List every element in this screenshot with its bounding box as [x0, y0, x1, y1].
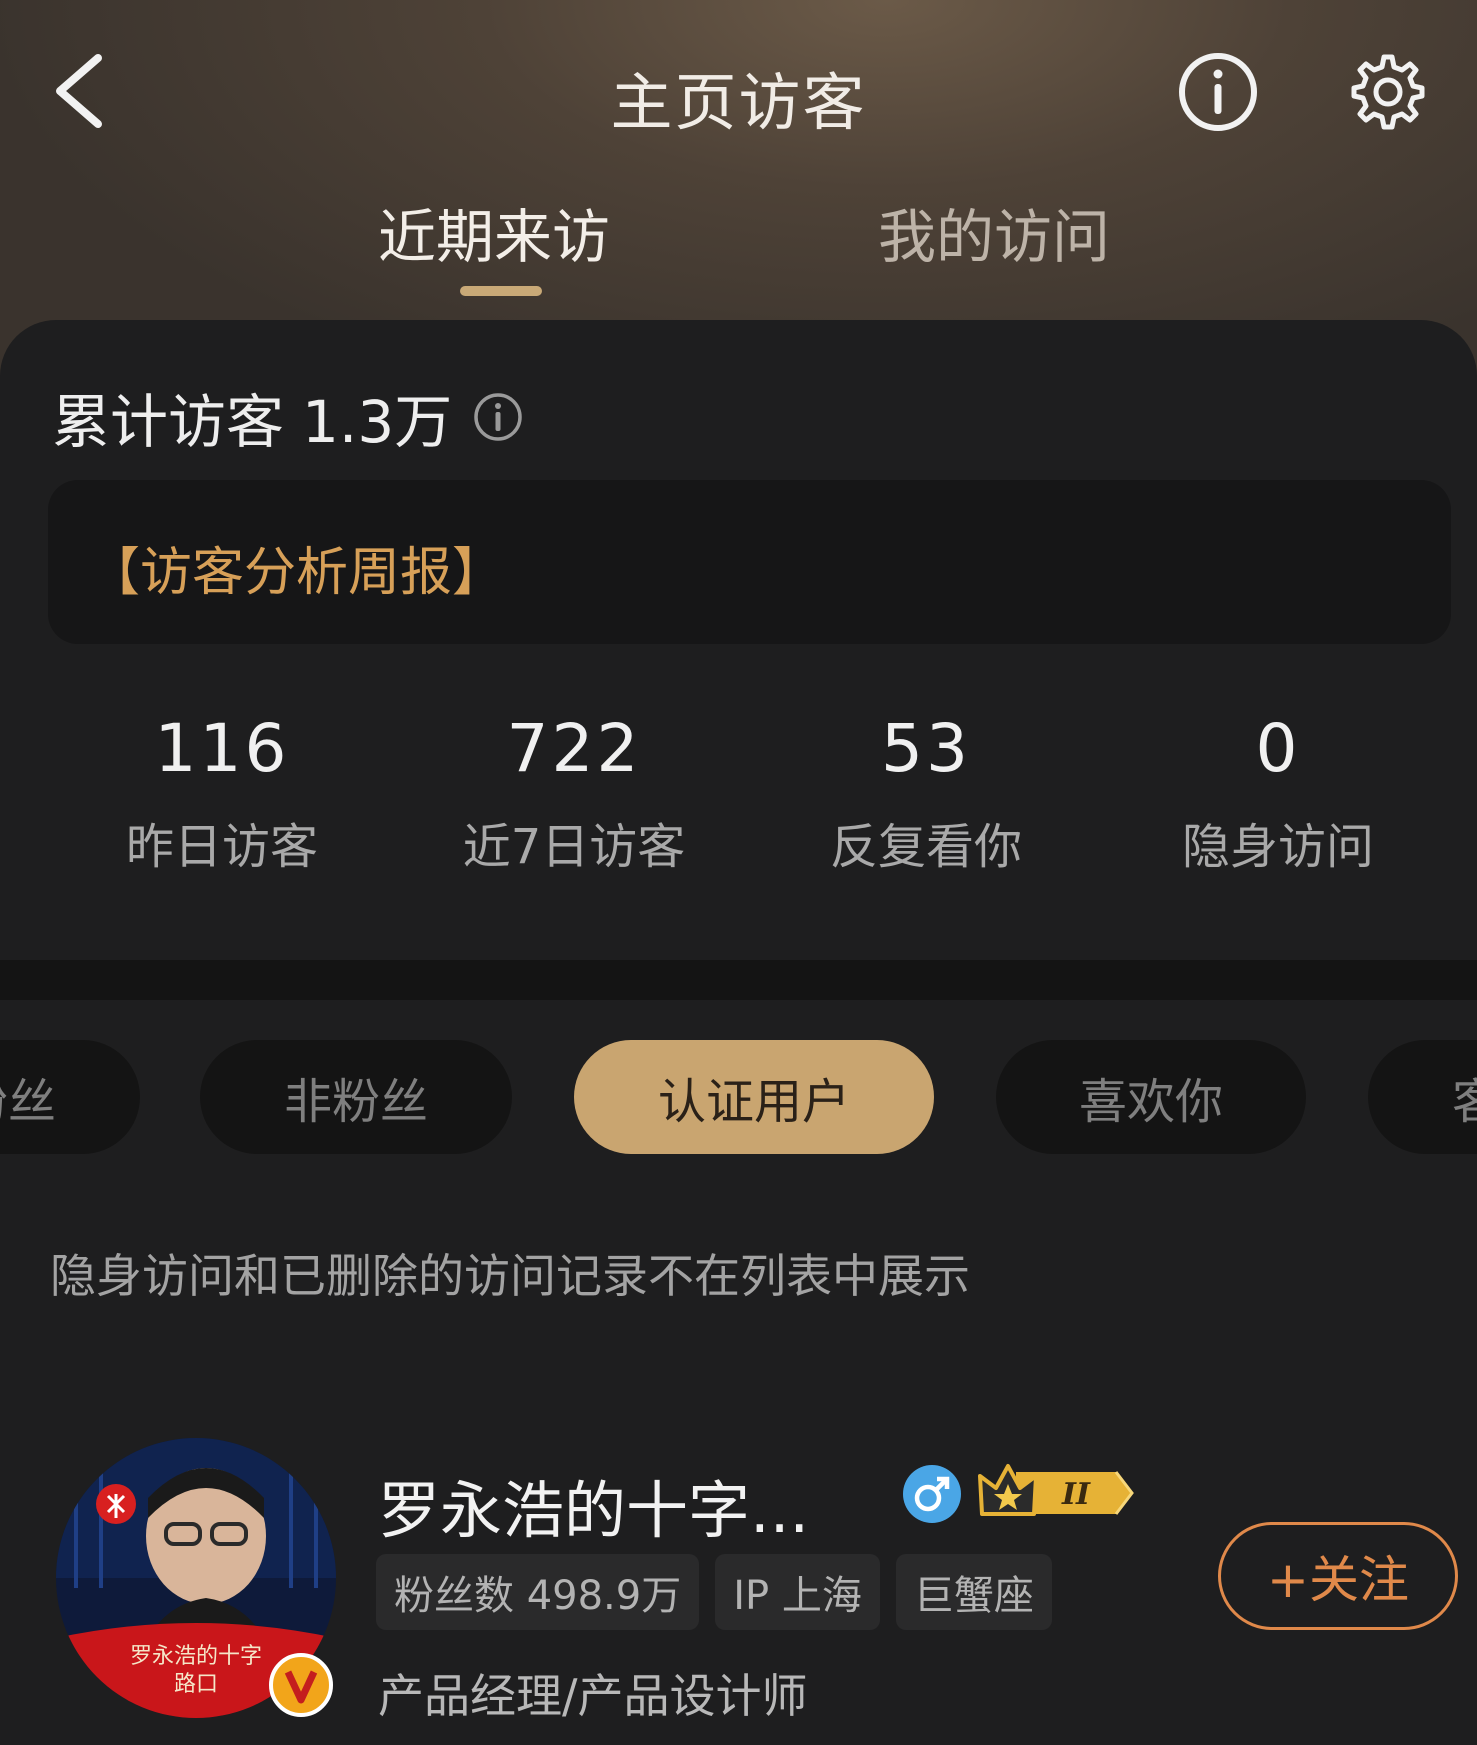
gear-icon — [1351, 54, 1425, 130]
tab-recent-visits[interactable]: 近期来访 — [378, 190, 610, 274]
visitor-list-item[interactable]: 罗永浩的十字路口 罗永浩的十字... II 粉丝数 498.9万 IP 上海 巨… — [0, 1420, 1477, 1745]
male-icon — [903, 1465, 961, 1523]
visitor-bio: 产品经理/产品设计师 — [378, 1669, 808, 1723]
stat-hidden-visits[interactable]: 0 隐身访问 — [1128, 710, 1428, 877]
list-notice: 隐身访问和已删除的访问记录不在列表中展示 — [50, 1249, 970, 1303]
filter-chip-label: 客 — [1452, 1074, 1477, 1130]
stat-value: 116 — [154, 710, 290, 787]
filter-chip-fans[interactable]: 粉丝 — [0, 1040, 140, 1154]
stat-label: 昨日访客 — [125, 819, 318, 875]
total-visitors-row: 累计访客 1.3万 — [52, 375, 524, 459]
weekly-report-label: 【访客分析周报】 — [88, 543, 505, 603]
stat-label: 隐身访问 — [1181, 819, 1374, 875]
stat-label: 近7日访客 — [462, 819, 686, 875]
filter-chip-label: 非粉丝 — [283, 1074, 428, 1130]
top-bar: 主页访客 — [0, 0, 1477, 180]
stat-last-7-days[interactable]: 722 近7日访客 — [424, 710, 724, 877]
stat-value: 53 — [881, 710, 971, 787]
tag-followers: 粉丝数 498.9万 — [376, 1554, 700, 1630]
tag-zodiac: 巨蟹座 — [895, 1554, 1052, 1630]
avatar-caption: 罗永浩的十字路口 — [129, 1644, 262, 1697]
filter-chip-label: 认证用户 — [657, 1074, 850, 1130]
visitor-name[interactable]: 罗永浩的十字... — [378, 1460, 809, 1550]
settings-button[interactable] — [1346, 50, 1430, 134]
stat-value: 722 — [506, 710, 642, 787]
filter-chip-likes-you[interactable]: 喜欢你 — [996, 1040, 1306, 1154]
filter-chip-label: 粉丝 — [0, 1074, 56, 1130]
membership-level-badge: II — [978, 1464, 1134, 1516]
filter-chip-verified[interactable]: 认证用户 — [574, 1040, 934, 1154]
follow-button[interactable]: +关注 — [1218, 1522, 1458, 1630]
stat-repeat-viewers[interactable]: 53 反复看你 — [776, 710, 1076, 877]
stat-value: 0 — [1255, 710, 1301, 787]
total-visitors-label: 累计访客 — [52, 388, 285, 456]
tag-ip-location: IP 上海 — [715, 1554, 880, 1630]
visitor-tags: 粉丝数 498.9万 IP 上海 巨蟹座 — [376, 1554, 1052, 1630]
verified-badge-icon — [269, 1653, 333, 1717]
stat-label: 反复看你 — [829, 819, 1022, 875]
filter-chip-label: 喜欢你 — [1078, 1074, 1223, 1130]
tab-bar: 近期来访 我的访问 — [0, 190, 1477, 300]
stat-yesterday[interactable]: 116 昨日访客 — [72, 710, 372, 877]
tab-my-visits[interactable]: 我的访问 — [878, 190, 1110, 274]
stats-row: 116 昨日访客 722 近7日访客 53 反复看你 0 隐身访问 — [0, 710, 1477, 910]
filter-chip-more[interactable]: 客 — [1368, 1040, 1477, 1154]
filter-chip-non-fans[interactable]: 非粉丝 — [200, 1040, 512, 1154]
info-icon — [1179, 53, 1257, 131]
tab-indicator — [460, 286, 542, 296]
total-visitors-value: 1.3万 — [302, 388, 453, 456]
filter-chips: 粉丝 非粉丝 认证用户 喜欢你 客 — [0, 1040, 1477, 1154]
visitor-summary-card: 累计访客 1.3万 【访客分析周报】 116 昨日访客 722 近7日访客 53… — [0, 320, 1477, 960]
info-button[interactable] — [1176, 50, 1260, 134]
info-icon[interactable] — [472, 391, 524, 443]
level-badge-text: II — [1061, 1477, 1091, 1512]
section-divider — [0, 960, 1477, 1000]
weekly-report-banner[interactable]: 【访客分析周报】 — [48, 480, 1451, 644]
